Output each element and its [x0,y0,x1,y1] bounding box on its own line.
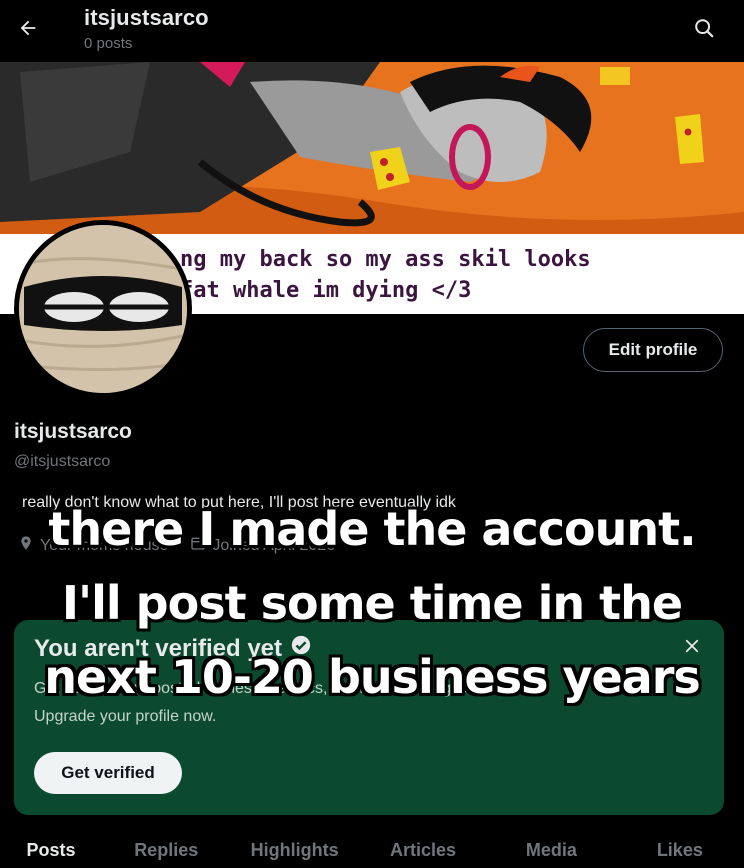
tab-media[interactable]: Media [487,830,615,868]
overlay-caption-line-2: I'll post some time in the [61,576,683,630]
top-bar: itsjustsarco 0 posts [0,0,744,62]
back-button[interactable] [10,12,46,48]
header-title: itsjustsarco [84,5,209,30]
banner-caption: ng my back so my ass skil looks fat whale… [180,244,740,306]
tab-replies[interactable]: Replies [102,830,230,868]
tab-highlights[interactable]: Highlights [230,830,358,868]
display-name: itsjustsarco [14,420,132,443]
post-count: 0 posts [84,35,133,52]
search-button[interactable] [686,12,722,48]
avatar-illustration [19,225,187,393]
overlay-caption: there I made the account. I'll post some… [0,492,744,714]
profile-page: itsjustsarco 0 posts ng my back so my as… [0,0,744,868]
arrow-left-icon [17,17,39,44]
get-verified-button[interactable]: Get verified [34,752,182,794]
profile-tabs: Posts Replies Highlights Articles Media … [0,830,744,868]
overlay-caption-line-3: next 10-20 business years [44,650,701,704]
avatar[interactable] [14,220,192,398]
banner-caption-line-2: fat whale im dying </3 [180,278,472,303]
tab-posts[interactable]: Posts [0,830,102,868]
edit-profile-button[interactable]: Edit profile [583,328,723,372]
tab-likes[interactable]: Likes [616,830,744,868]
header-title-group: itsjustsarco 0 posts [84,5,209,52]
tab-articles[interactable]: Articles [359,830,487,868]
overlay-caption-line-1: there I made the account. [48,502,696,556]
banner-caption-line-1: ng my back so my ass skil looks [180,247,591,272]
search-icon [693,17,715,44]
user-handle: @itsjustsarco [14,453,111,470]
